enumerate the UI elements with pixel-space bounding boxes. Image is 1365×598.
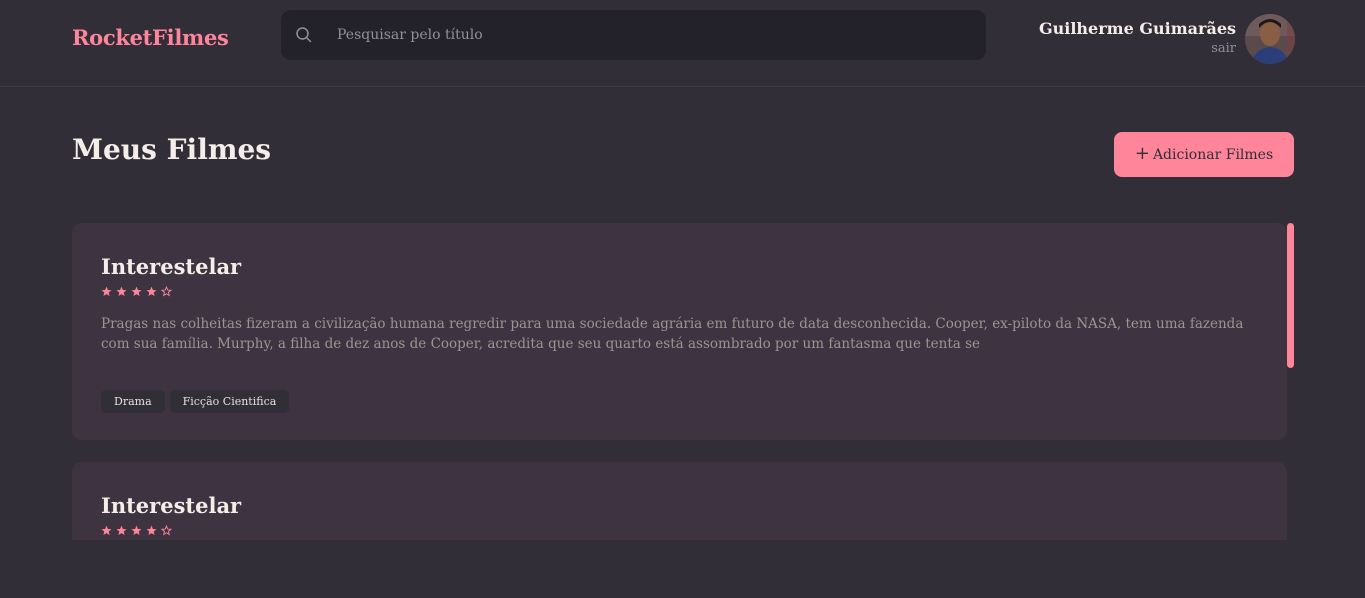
star-filled-icon <box>131 286 142 296</box>
avatar-image <box>1245 14 1295 64</box>
star-filled-icon <box>116 525 127 535</box>
star-filled-icon <box>101 286 112 296</box>
movie-title: Interestelar <box>101 493 242 518</box>
star-filled-icon <box>146 286 157 296</box>
tag[interactable]: Ficção Cientifica <box>169 390 290 413</box>
rating-stars <box>101 285 1258 297</box>
plus-icon: + <box>1134 142 1150 164</box>
page-title: Meus Filmes <box>72 133 272 166</box>
star-filled-icon <box>131 525 142 535</box>
movie-card[interactable]: Interestelar Pragas nas colheitas fizera… <box>72 223 1287 440</box>
search-icon <box>296 27 312 43</box>
logo[interactable]: RocketFilmes <box>72 25 229 50</box>
search-bar[interactable] <box>281 10 986 60</box>
star-outline-icon <box>161 285 172 296</box>
rating-stars <box>101 524 1258 536</box>
header: RocketFilmes Guilherme Guimarães sair <box>0 0 1365 87</box>
star-filled-icon <box>101 525 112 535</box>
tag-list: Drama Ficção Cientifica <box>101 390 1258 413</box>
star-filled-icon <box>146 525 157 535</box>
star-filled-icon <box>116 286 127 296</box>
profile-name[interactable]: Guilherme Guimarães <box>1039 19 1236 38</box>
search-input[interactable] <box>337 10 967 60</box>
movie-description: Pragas nas colheitas fizeram a civilizaç… <box>101 316 1244 352</box>
logo-divider <box>72 86 213 87</box>
add-movie-button[interactable]: + Adicionar Filmes <box>1114 132 1294 177</box>
movie-card[interactable]: Interestelar <box>72 462 1287 540</box>
movie-list: Interestelar Pragas nas colheitas fizera… <box>72 223 1294 540</box>
star-outline-icon <box>161 524 172 535</box>
movie-title: Interestelar <box>101 254 242 279</box>
avatar[interactable] <box>1245 14 1295 64</box>
add-movie-label: Adicionar Filmes <box>1152 146 1274 163</box>
tag[interactable]: Drama <box>101 390 165 413</box>
scrollbar-thumb[interactable] <box>1287 223 1294 368</box>
logout-link[interactable]: sair <box>1211 41 1236 56</box>
